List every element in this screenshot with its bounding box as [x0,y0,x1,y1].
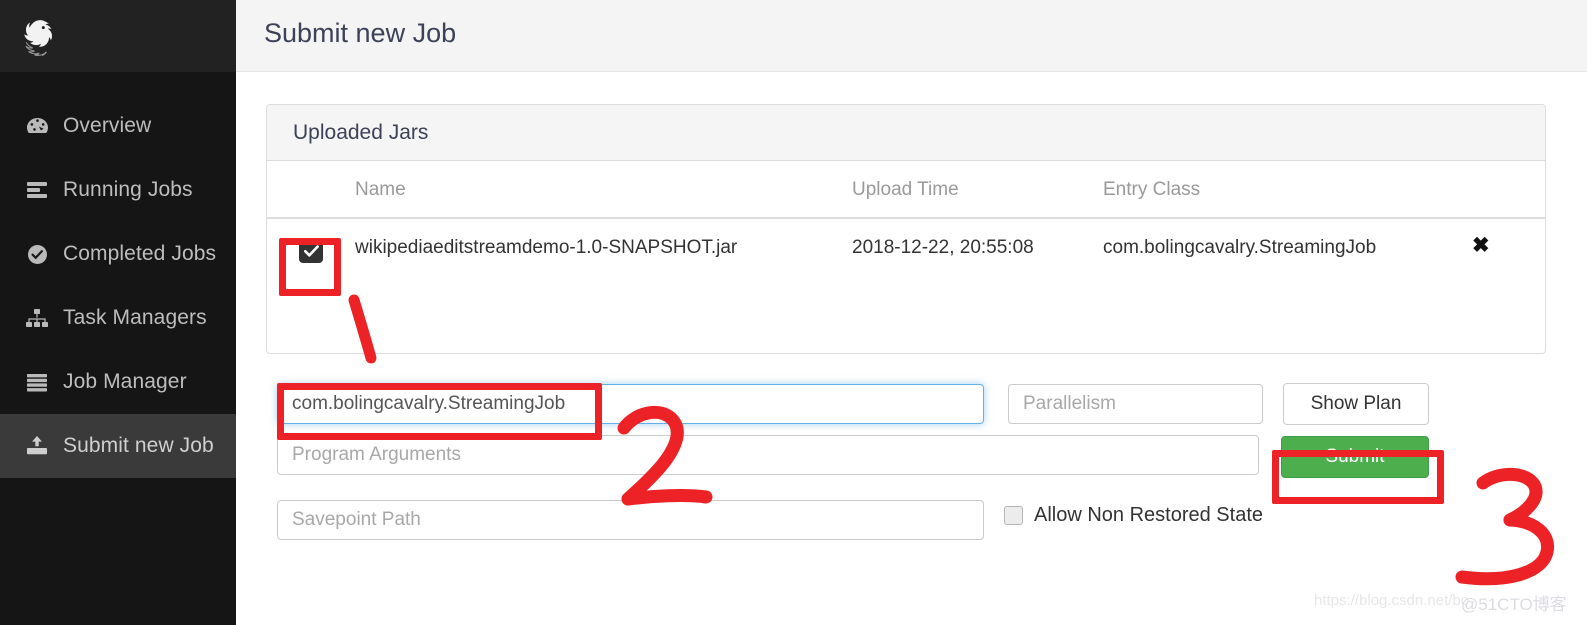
main-content: Uploaded Jars Name Upload Time Entry Cla… [236,73,1587,625]
checkbox-box[interactable] [1004,506,1023,525]
show-plan-button[interactable]: Show Plan [1283,383,1429,425]
column-header-upload-time: Upload Time [852,179,959,200]
panel-header: Uploaded Jars [267,105,1545,161]
sidebar-item-label: Completed Jobs [63,242,217,265]
server-icon [24,371,50,393]
panel-title: Uploaded Jars [293,120,429,144]
program-arguments-input[interactable] [277,435,1259,475]
jar-upload-time-cell: 2018-12-22, 20:55:08 [852,237,1034,258]
sidebar-item-label: Task Managers [63,306,207,329]
column-header-entry-class: Entry Class [1103,179,1201,200]
sidebar-item-label: Running Jobs [63,178,193,201]
sidebar-item-job-manager[interactable]: Job Manager [0,350,236,414]
sitemap-icon [24,307,50,329]
jars-table: Name Upload Time Entry Class wikipediaed… [267,161,1545,281]
flink-squirrel-logo-icon [14,12,62,60]
sidebar-nav: Overview Running Jobs Completed Jobs Tas… [0,72,236,478]
sidebar-item-label: Overview [63,114,152,137]
uploaded-jars-panel: Uploaded Jars Name Upload Time Entry Cla… [266,104,1546,354]
sidebar-item-overview[interactable]: Overview [0,94,236,158]
jar-name-cell[interactable]: wikipediaeditstreamdemo-1.0-SNAPSHOT.jar [355,237,737,259]
panel-body: Name Upload Time Entry Class wikipediaed… [267,161,1545,353]
check-circle-icon [24,243,50,265]
sidebar-item-running-jobs[interactable]: Running Jobs [0,158,236,222]
column-header-name: Name [355,179,406,200]
close-x-icon[interactable]: ✖ [1472,233,1490,258]
sidebar-item-task-managers[interactable]: Task Managers [0,286,236,350]
watermark-51cto: @51CTO博客 [1461,595,1567,614]
sidebar: Overview Running Jobs Completed Jobs Tas… [0,0,236,625]
page-title: Submit new Job [264,18,457,48]
sidebar-item-submit-new-job[interactable]: Submit new Job [0,414,236,478]
check-icon [303,245,319,257]
flink-dashboard: Overview Running Jobs Completed Jobs Tas… [0,0,1587,625]
sidebar-item-label: Submit new Job [63,434,214,457]
watermark-csdn: https://blog.csdn.net/bo [1314,592,1470,609]
entry-class-input[interactable] [277,384,984,424]
jar-select-checkbox[interactable] [299,239,323,263]
parallelism-input[interactable] [1008,384,1263,424]
top-header-bar: Submit new Job [236,0,1587,72]
submit-button[interactable]: Submit [1281,436,1429,478]
allow-non-restored-state-label: Allow Non Restored State [1034,504,1264,526]
jar-entry-class-cell: com.bolingcavalry.StreamingJob [1103,237,1377,258]
sidebar-logo-area[interactable] [0,0,236,72]
upload-icon [24,435,50,457]
list-bars-icon [24,179,50,201]
sidebar-item-label: Job Manager [63,370,187,393]
allow-non-restored-state-checkbox[interactable]: Allow Non Restored State [1004,504,1263,527]
table-row[interactable]: wikipediaeditstreamdemo-1.0-SNAPSHOT.jar… [267,219,1545,281]
sidebar-item-completed-jobs[interactable]: Completed Jobs [0,222,236,286]
savepoint-path-input[interactable] [277,500,984,540]
dashboard-icon [24,115,50,137]
table-header-row: Name Upload Time Entry Class [267,161,1545,219]
